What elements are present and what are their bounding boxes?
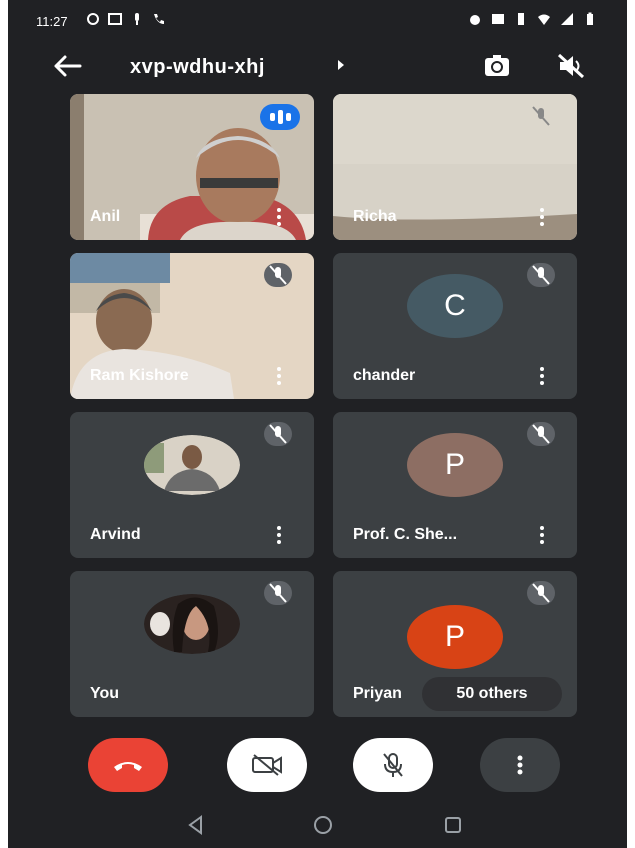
participant-tile[interactable]: P Prof. C. She... (333, 412, 577, 558)
more-vert-icon[interactable] (276, 367, 282, 385)
more-vert-icon[interactable] (276, 208, 282, 226)
mic-off-icon (527, 422, 555, 446)
mic-off-icon (527, 581, 555, 605)
end-call-button[interactable] (88, 738, 168, 792)
mic-off-icon (264, 422, 292, 446)
participant-tile[interactable]: C chander (333, 253, 577, 399)
camera-switch-icon[interactable] (482, 52, 512, 80)
avatar (144, 593, 240, 654)
alarm-icon (470, 15, 480, 25)
participant-tile-self[interactable]: You (70, 571, 314, 717)
mic-off-icon (264, 581, 292, 605)
nfc-icon (492, 14, 504, 24)
avatar: P (407, 604, 503, 669)
participant-name: You (90, 685, 120, 702)
more-vert-icon[interactable] (276, 526, 282, 544)
participant-name: Arvind (90, 526, 141, 543)
status-time: 11:27 (36, 14, 68, 29)
participant-name: Prof. C. She... (353, 526, 458, 543)
others-badge[interactable]: 50 others (422, 677, 562, 711)
participant-tile[interactable]: Richa (333, 94, 577, 240)
meet-screen: 11:27 xvp-wdhu-xhj Anil Richa Ram Kishor… (8, 0, 627, 848)
participant-name: Priyan (353, 685, 402, 702)
back-arrow-icon[interactable] (52, 52, 84, 80)
participant-name: Ram Kishore (90, 367, 189, 384)
mic-status-icon (135, 13, 139, 25)
participant-tile[interactable]: Ram Kishore (70, 253, 314, 399)
status-bar: 11:27 (8, 0, 627, 44)
mic-off-icon (264, 263, 292, 287)
more-vert-icon[interactable] (539, 367, 545, 385)
nav-back-icon[interactable] (185, 814, 207, 836)
signal-icon (561, 13, 573, 25)
status-notification-icons (86, 12, 166, 26)
nav-home-icon[interactable] (312, 814, 334, 836)
avatar (144, 434, 240, 495)
participant-tile[interactable]: Anil (70, 94, 314, 240)
participant-name: chander (353, 367, 416, 384)
mic-off-icon (527, 263, 555, 287)
participant-name: Anil (90, 208, 121, 225)
vibrate-icon (518, 13, 524, 25)
video-off-icon (252, 754, 282, 776)
mic-off-icon (527, 104, 555, 128)
system-nav-bar (8, 800, 627, 848)
nav-recents-icon[interactable] (442, 814, 464, 836)
more-vert-icon (517, 755, 523, 775)
meeting-code[interactable]: xvp-wdhu-xhj (130, 56, 265, 79)
mic-toggle-button[interactable] (353, 738, 433, 792)
phone-status-icon (154, 14, 164, 24)
audio-output-off-icon[interactable] (556, 52, 586, 80)
more-options-button[interactable] (480, 738, 560, 792)
battery-icon (587, 12, 593, 25)
wifi-icon (538, 14, 550, 25)
speaking-indicator-icon (260, 104, 300, 130)
more-vert-icon[interactable] (539, 208, 545, 226)
meeting-details-caret-icon[interactable] (338, 60, 344, 70)
more-vert-icon[interactable] (539, 526, 545, 544)
participant-name: Richa (353, 208, 397, 225)
avatar: C (407, 273, 503, 338)
status-system-icons (468, 12, 597, 26)
meeting-header: xvp-wdhu-xhj (8, 44, 627, 88)
mic-off-icon (383, 753, 403, 777)
avatar: P (407, 432, 503, 497)
camera-toggle-button[interactable] (227, 738, 307, 792)
notification-icon (87, 13, 99, 25)
gallery-icon (108, 13, 122, 25)
call-end-icon (114, 762, 142, 771)
participant-tile[interactable]: Arvind (70, 412, 314, 558)
